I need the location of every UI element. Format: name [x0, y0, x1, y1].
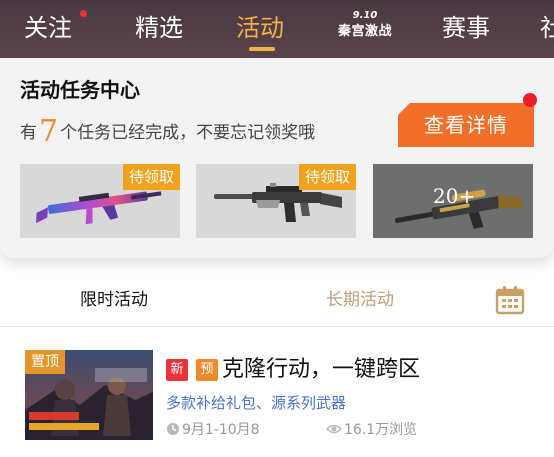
new-badge: 新: [166, 359, 188, 381]
details-notification-dot: [523, 93, 537, 107]
task-center-title: 活动任务中心: [20, 78, 140, 102]
tab-event-qin-palace[interactable]: 9.10 秦宫激战: [334, 10, 396, 50]
active-tab-indicator: [249, 47, 275, 51]
tab-long-term[interactable]: 长期活动: [326, 287, 394, 313]
subtitle-prefix: 有: [20, 123, 37, 143]
activity-title: 克隆行动，一键跨区: [222, 357, 421, 382]
activity-list-item[interactable]: 置顶 新 预 克隆行动，一键跨区 多款补给礼包、源系列武器 9月1-10月8 1…: [0, 340, 554, 450]
reward-status-tag: 待领取: [122, 164, 180, 190]
activity-views: 16.1万浏览: [326, 420, 417, 440]
preview-badge: 预: [196, 359, 218, 381]
pinned-badge: 置顶: [25, 350, 65, 374]
reward-status-tag: 待领取: [298, 164, 356, 190]
calendar-icon[interactable]: [494, 284, 526, 316]
tab-follow[interactable]: 关注: [24, 0, 72, 58]
subtitle-suffix: 个任务已经完成，不要忘记领奖哦: [60, 123, 316, 143]
reward-card-colorful-rifle[interactable]: 待领取: [20, 164, 180, 238]
reward-card-more[interactable]: 20+: [373, 164, 533, 238]
task-center-subtitle: 有7 个任务已经完成，不要忘记领奖哦: [20, 117, 316, 147]
tab-featured-label: 精选: [135, 14, 183, 42]
activity-date-text: 9月1-10月8: [182, 422, 260, 438]
eye-icon: [326, 424, 342, 434]
tab-follow-label: 关注: [24, 14, 72, 42]
tab-community[interactable]: 社: [540, 0, 554, 58]
tab-long-term-label: 长期活动: [326, 290, 394, 310]
section-divider: [0, 326, 554, 327]
task-center-card: 活动任务中心 有7 个任务已经完成，不要忘记领奖哦 查看详情 待领取 待领取 2…: [0, 58, 554, 258]
more-rewards-label: 20+: [433, 184, 476, 208]
tab-limited-time[interactable]: 限时活动: [80, 287, 148, 313]
completed-task-count: 7: [39, 114, 59, 149]
tab-community-label: 社: [540, 14, 554, 42]
reward-card-silenced-rifle[interactable]: 待领取: [196, 164, 356, 238]
tab-follow-notification-dot: [80, 10, 87, 17]
activity-views-text: 16.1万浏览: [344, 422, 418, 438]
tab-activities-label: 活动: [236, 14, 284, 42]
activity-description: 多款补给礼包、源系列武器: [166, 394, 347, 412]
view-details-button[interactable]: 查看详情: [398, 103, 534, 147]
activity-date: 9月1-10月8: [166, 420, 260, 440]
tab-event-date: 9.10: [352, 10, 378, 21]
view-details-label: 查看详情: [424, 113, 508, 137]
clock-icon: [167, 423, 179, 435]
top-navigation: 关注 精选 活动 9.10 秦宫激战 赛事 社: [0, 0, 554, 58]
activity-thumbnail: 置顶: [25, 350, 153, 440]
tab-competitions[interactable]: 赛事: [442, 0, 490, 58]
tab-competitions-label: 赛事: [442, 14, 490, 42]
tab-event-label: 秦宫激战: [337, 24, 392, 39]
tab-limited-time-label: 限时活动: [80, 290, 148, 310]
tab-featured[interactable]: 精选: [135, 0, 183, 58]
